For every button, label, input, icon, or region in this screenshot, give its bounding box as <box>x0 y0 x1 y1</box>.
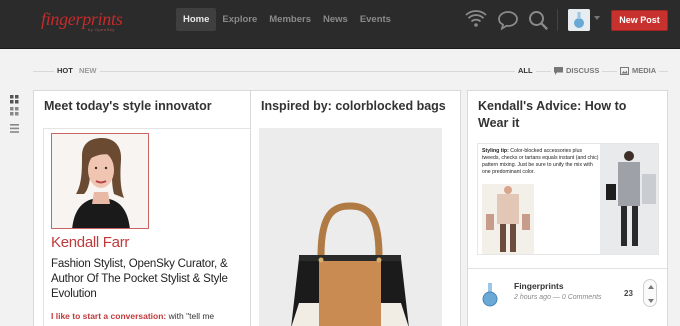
person-description: Fashion Stylist, OpenSky Curator, & Auth… <box>51 258 228 300</box>
downvote-icon <box>648 299 654 303</box>
nav-members[interactable]: Members <box>263 8 317 31</box>
runway-photos <box>482 144 658 254</box>
person-name: Kendall Farr <box>51 234 130 251</box>
filter-media[interactable]: MEDIA <box>617 66 660 75</box>
grid-view-icon-2[interactable] <box>10 103 19 121</box>
filter-divider-left <box>33 71 515 72</box>
filter-new[interactable]: NEW <box>76 66 100 75</box>
nav-events[interactable]: Events <box>354 8 397 31</box>
wifi-icon[interactable] <box>465 9 487 31</box>
filter-discuss[interactable]: DISCUSS <box>551 66 603 75</box>
author-avatar[interactable] <box>480 283 500 307</box>
filter-all[interactable]: ALL <box>515 66 536 75</box>
nav-explore[interactable]: Explore <box>216 8 263 31</box>
search-icon[interactable] <box>527 9 549 31</box>
quote: I like to start a conversation: with "te… <box>51 311 214 321</box>
quote-lead: I like to start a conversation: <box>51 311 167 321</box>
styling-collage[interactable]: Styling tip: Color-blocked accessories p… <box>477 143 659 255</box>
chat-icon[interactable] <box>497 9 519 31</box>
portrait-photo <box>51 133 149 229</box>
post-meta[interactable]: 2 hours ago — 0 Comments <box>514 294 602 301</box>
top-bar: fingerprints by OpenSky Home Explore Mem… <box>0 0 680 49</box>
vote-count: 23 <box>624 289 633 298</box>
new-post-button[interactable]: New Post <box>611 10 668 31</box>
image-icon <box>620 66 629 75</box>
nav-home[interactable]: Home <box>176 8 217 31</box>
top-divider <box>557 9 558 31</box>
card-title[interactable]: Inspired by: colorblocked bags <box>251 91 460 122</box>
chevron-down-icon[interactable] <box>594 16 600 20</box>
filter-hot[interactable]: HOT <box>54 66 76 75</box>
post-card[interactable]: Inspired by: colorblocked bags <box>250 90 461 326</box>
filter-media-label: MEDIA <box>632 66 657 75</box>
discuss-icon <box>554 66 563 75</box>
upvote-icon <box>648 285 654 289</box>
post-card[interactable]: Kendall's Advice: How to Wear it Styling… <box>467 90 668 326</box>
logo-subtitle: by OpenSky <box>88 27 115 32</box>
list-view-icon[interactable] <box>10 120 19 138</box>
nav-news[interactable]: News <box>317 8 354 31</box>
filter-discuss-label: DISCUSS <box>566 66 600 75</box>
main-nav: Home Explore Members News Events <box>176 8 397 31</box>
post-card[interactable]: Meet today's style innovator Kendall Far… <box>33 90 262 326</box>
bag-photo[interactable] <box>259 128 442 326</box>
avatar[interactable] <box>568 9 590 31</box>
quote-rest: with "tell me <box>166 311 215 321</box>
card-footer-divider <box>468 268 667 269</box>
card-title[interactable]: Kendall's Advice: How to Wear it <box>468 91 667 139</box>
card-image[interactable]: Kendall Farr Fashion Stylist, OpenSky Cu… <box>43 128 253 326</box>
card-title[interactable]: Meet today's style innovator <box>34 91 261 122</box>
author-name[interactable]: Fingerprints <box>514 281 564 291</box>
vote-control[interactable] <box>643 279 657 307</box>
